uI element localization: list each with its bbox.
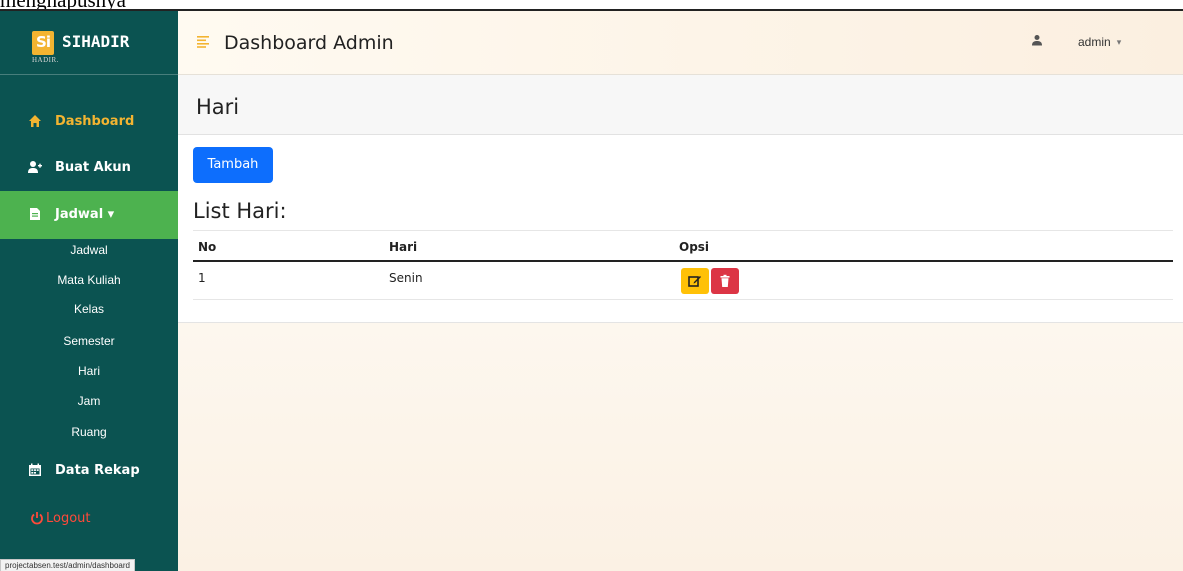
user-menu[interactable]: admin ▾ bbox=[1078, 35, 1121, 49]
submenu-item-jam[interactable]: Jam bbox=[0, 391, 178, 411]
table-header-hari: Hari bbox=[389, 240, 418, 254]
edit-button[interactable] bbox=[681, 268, 709, 294]
sidebar-item-label: Jadwal ▾ bbox=[55, 207, 115, 222]
sidebar-item-logout[interactable]: Logout bbox=[0, 499, 178, 539]
table-header-opsi: Opsi bbox=[679, 240, 710, 254]
home-icon bbox=[29, 115, 41, 127]
content-panel: Tambah List Hari: No Hari Opsi 1 Senin bbox=[178, 135, 1183, 323]
page-title: Hari bbox=[196, 95, 240, 119]
calendar-icon bbox=[29, 463, 41, 476]
sidebar-item-buat-akun[interactable]: Buat Akun bbox=[0, 148, 178, 188]
menu-toggle-icon[interactable] bbox=[196, 34, 210, 48]
user-icon bbox=[1032, 35, 1042, 46]
table-cell-no: 1 bbox=[198, 271, 206, 285]
sidebar-item-dashboard[interactable]: Dashboard bbox=[0, 102, 178, 142]
username: admin bbox=[1078, 35, 1111, 49]
submenu-item-ruang[interactable]: Ruang bbox=[0, 422, 178, 442]
sidebar-item-label: Buat Akun bbox=[55, 160, 131, 175]
sidebar: Si HADIR. SIHADIR Dashboard Buat Akun Ja… bbox=[0, 11, 178, 571]
list-title: List Hari: bbox=[193, 199, 287, 223]
table-row: 1 Senin bbox=[193, 262, 1173, 300]
top-navbar: Dashboard Admin admin ▾ bbox=[178, 11, 1183, 75]
logo-mark: Si bbox=[32, 31, 54, 55]
power-icon bbox=[31, 512, 43, 525]
brand-name: SIHADIR bbox=[62, 32, 130, 51]
table-header-row: No Hari Opsi bbox=[193, 230, 1173, 262]
trash-icon bbox=[720, 274, 730, 287]
sidebar-item-jadwal[interactable]: Jadwal ▾ bbox=[0, 191, 178, 239]
page-header: Hari bbox=[178, 75, 1183, 135]
hari-table: No Hari Opsi 1 Senin bbox=[193, 230, 1173, 300]
edit-icon bbox=[688, 276, 701, 287]
status-bar-url: projectabsen.test/admin/dashboard bbox=[0, 559, 135, 571]
file-icon bbox=[30, 208, 40, 220]
logo-subtext: HADIR. bbox=[32, 56, 59, 64]
submenu-item-jadwal[interactable]: Jadwal bbox=[0, 240, 178, 260]
submenu-item-kelas[interactable]: Kelas bbox=[0, 299, 178, 319]
sidebar-item-data-rekap[interactable]: Data Rekap bbox=[0, 451, 178, 491]
sidebar-item-label: Dashboard bbox=[55, 114, 135, 129]
delete-button[interactable] bbox=[711, 268, 739, 294]
add-button[interactable]: Tambah bbox=[193, 147, 273, 183]
submenu-item-hari[interactable]: Hari bbox=[0, 361, 178, 381]
sidebar-item-label: Data Rekap bbox=[55, 463, 140, 478]
sidebar-item-label: Logout bbox=[46, 511, 91, 526]
brand[interactable]: Si HADIR. SIHADIR bbox=[0, 11, 178, 75]
submenu-item-semester[interactable]: Semester bbox=[0, 331, 178, 351]
page-heading: Dashboard Admin bbox=[224, 32, 394, 54]
caret-down-icon: ▾ bbox=[1116, 37, 1122, 47]
table-header-no: No bbox=[198, 240, 217, 254]
submenu-item-mata-kuliah[interactable]: Mata Kuliah bbox=[0, 270, 178, 290]
table-cell-hari: Senin bbox=[389, 271, 423, 285]
user-plus-icon bbox=[28, 161, 42, 173]
